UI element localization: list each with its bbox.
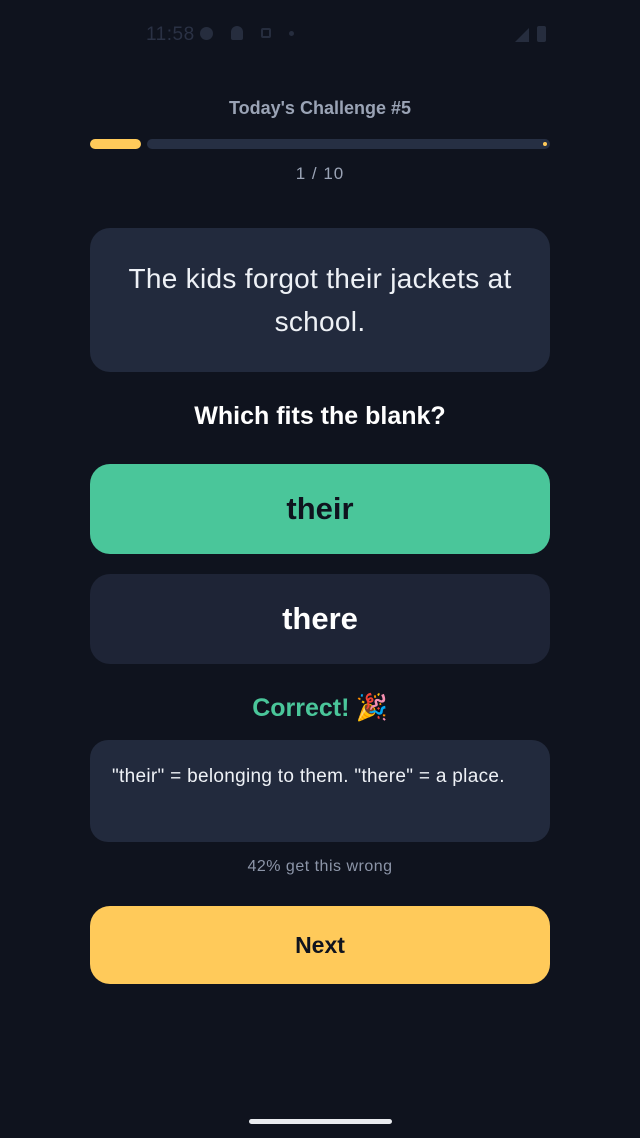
sync-icon bbox=[261, 28, 271, 38]
status-icons-left bbox=[200, 26, 294, 40]
next-button[interactable]: Next bbox=[90, 906, 550, 984]
progress-count: 1 / 10 bbox=[295, 164, 345, 183]
settings-notification-icon bbox=[200, 26, 213, 40]
status-bar: 11:58 bbox=[0, 0, 640, 70]
progress-end-marker bbox=[543, 142, 547, 146]
battery-icon bbox=[537, 26, 546, 42]
progress-bar bbox=[90, 139, 550, 149]
bell-icon bbox=[231, 26, 243, 40]
challenge-title: Today's Challenge #5 bbox=[228, 98, 411, 118]
sentence-text: The kids forgot their jackets at school. bbox=[128, 263, 512, 337]
status-icons-right bbox=[515, 26, 546, 42]
more-notifications-dot-icon bbox=[289, 30, 294, 36]
party-popper-icon: 🎉 bbox=[355, 692, 388, 722]
question-prompt: Which fits the blank? bbox=[194, 402, 446, 430]
answer-option-there[interactable]: there bbox=[90, 574, 550, 664]
status-time: 11:58 bbox=[146, 24, 195, 45]
progress-bar-fill bbox=[90, 139, 141, 149]
progress-bar-track bbox=[147, 139, 550, 149]
result-message: Correct! 🎉 bbox=[0, 692, 640, 723]
signal-icon bbox=[515, 28, 529, 42]
answer-option-their[interactable]: their bbox=[90, 464, 550, 554]
sentence-card: The kids forgot their jackets at school. bbox=[90, 228, 550, 372]
home-indicator[interactable] bbox=[249, 1119, 392, 1124]
explanation-card: "their" = belonging to them. "there" = a… bbox=[90, 740, 550, 842]
difficulty-stat: 42% get this wrong bbox=[247, 858, 393, 875]
explanation-text: "their" = belonging to them. "there" = a… bbox=[112, 766, 505, 787]
result-text: Correct! bbox=[252, 694, 350, 722]
quiz-screen: 11:58 Today's Challenge #5 1 / 10 The ki… bbox=[0, 0, 640, 1138]
